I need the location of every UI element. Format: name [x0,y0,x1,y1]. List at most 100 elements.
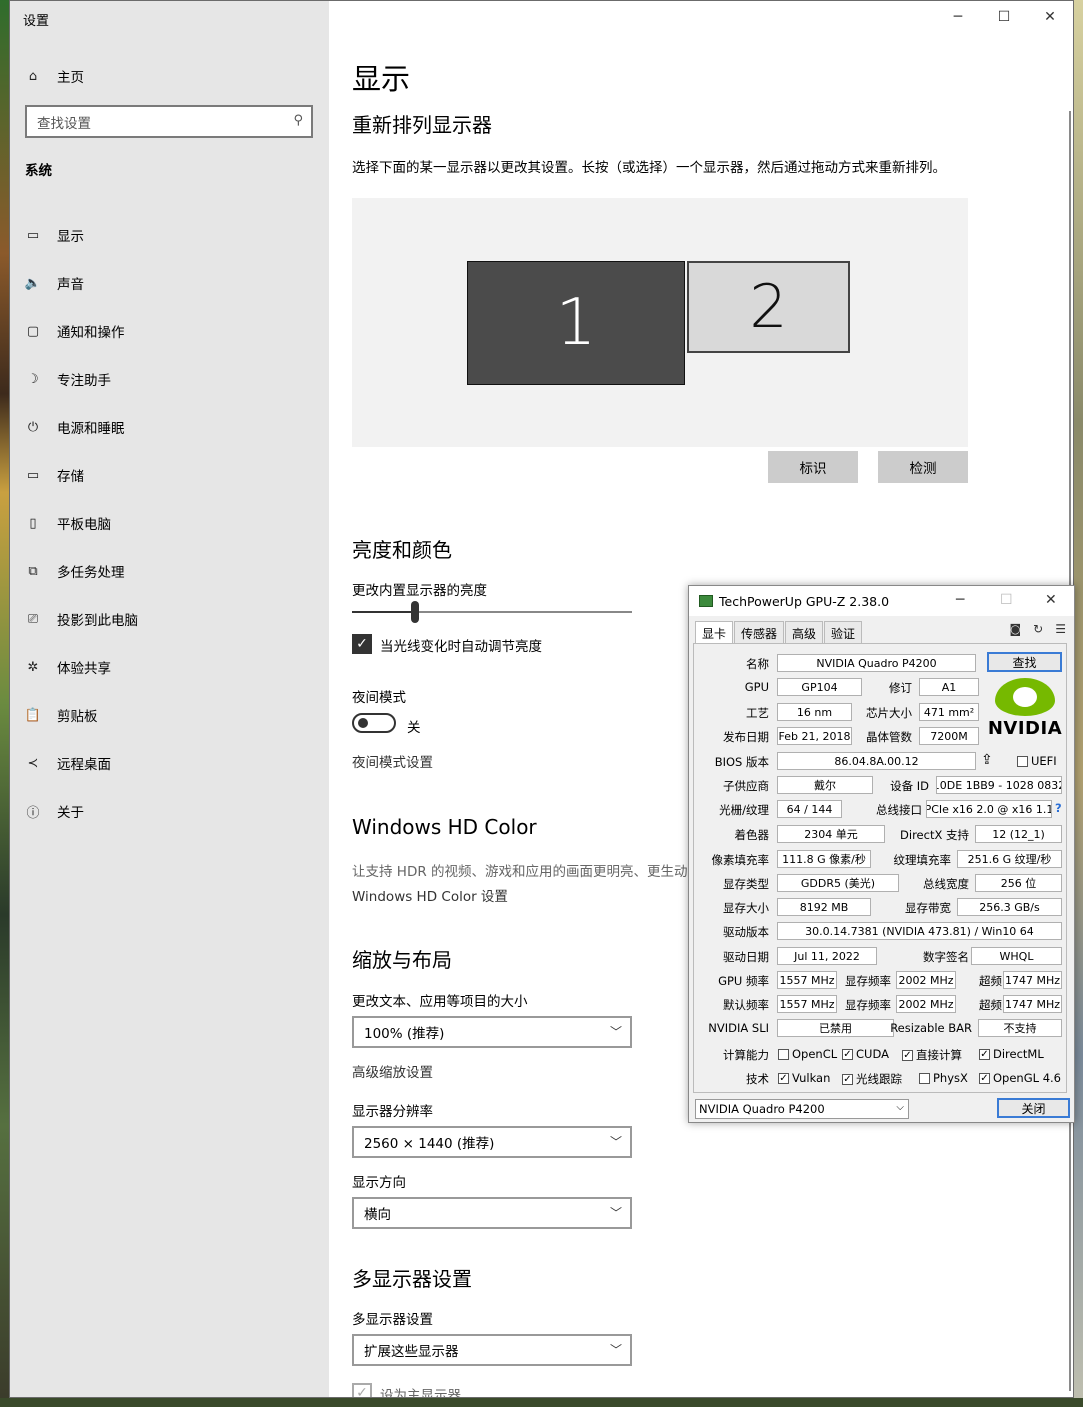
tablet-icon: ▯ [29,515,37,531]
multi-display-title: 多显示器设置 [352,1267,472,1291]
settings-sidebar: 设置 ⌂ 主页 查找设置 ⚲ 系统 ▭ 显示 🔈 声音 ▢ 通知和操作 ☽ 专注助手 ⏻… [10,1,329,1397]
texture-fillrate-value: 251.6 G 纹理/秒 [957,850,1062,868]
gpu-label: GPU [744,680,769,694]
primary-display-checkbox[interactable]: ✓ [352,1383,372,1397]
nav-item-project[interactable]: ⎚ 投影到此电脑 [10,595,329,643]
boost-clock-label: 超频 [979,974,1002,988]
orientation-dropdown[interactable]: 横向 ﹀ [352,1197,632,1229]
chevron-down-icon: ﹀ [609,1343,622,1357]
default-boost-value: 1747 MHz [1003,995,1062,1013]
tab-sensors[interactable]: 传感器 [734,621,785,643]
driver-date-label: 驱动日期 [723,950,769,964]
rops-tmus-value: 64 / 144 [777,800,842,818]
tab-advanced[interactable]: 高级 [785,621,824,643]
notification-icon: ▢ [26,323,40,339]
process-label: 工艺 [746,706,769,720]
nav-item-clipboard[interactable]: 📋 剪贴板 [10,691,329,739]
chevron-down-icon: ﹀ [609,1135,622,1149]
camera-icon[interactable]: ◙ [1010,622,1022,636]
resolution-dropdown[interactable]: 2560 × 1440 (推荐) ﹀ [352,1126,632,1158]
night-mode-settings-link[interactable]: 夜间模式设置 [352,751,433,771]
gpu-select-dropdown[interactable]: NVIDIA Quadro P4200 ⌵ [695,1099,909,1119]
identify-button[interactable]: 标识 [768,451,858,483]
brightness-slider-thumb[interactable] [411,601,419,623]
checkbox-box: ✓ [842,1048,853,1060]
share-bios-icon[interactable]: ⇪ [981,752,993,768]
page-title: 显示 [352,62,411,96]
tab-validation[interactable]: 验证 [824,621,863,643]
revision-value: A1 [919,678,979,696]
menu-icon[interactable]: ☰ [1055,622,1066,636]
sli-label: NVIDIA SLI [708,1021,769,1035]
maximize-button: ☐ [1000,592,1013,608]
nav-item-share[interactable]: ✲ 体验共享 [10,643,329,691]
bus-help-icon[interactable]: ? [1055,801,1062,815]
scale-value: 100% (推荐) [364,1026,445,1042]
close-button[interactable]: ✕ [1027,1,1073,33]
scale-dropdown[interactable]: 100% (推荐) ﹀ [352,1016,632,1048]
rearrange-title: 重新排列显示器 [352,113,492,137]
hdr-desc: 让支持 HDR 的视频、游戏和应用的画面更明亮、更生动 [352,864,687,880]
night-mode-toggle[interactable] [352,713,396,733]
opencl-checkbox: OpenCL [778,1047,837,1061]
bandwidth-value: 256.3 GB/s [957,898,1062,916]
hdr-settings-link[interactable]: Windows HD Color 设置 [352,885,508,905]
physx-checkbox: PhysX [919,1071,968,1085]
close-button[interactable]: ✕ [1045,592,1057,608]
nav-item-notifications[interactable]: ▢ 通知和操作 [10,307,329,355]
detect-button[interactable]: 检测 [878,451,968,483]
checkbox-box: ✓ [979,1072,990,1084]
nav-item-tablet[interactable]: ▯ 平板电脑 [10,499,329,547]
tab-graphics-card[interactable]: 显卡 [695,621,734,643]
pixel-fillrate-value: 111.8 G 像素/秒 [777,850,871,868]
info-icon: ⓘ [26,805,40,821]
nav-item-storage[interactable]: ▭ 存储 [10,451,329,499]
checkbox-box [919,1072,930,1084]
nav-item-focus[interactable]: ☽ 专注助手 [10,355,329,403]
orientation-value: 横向 [364,1207,391,1223]
advanced-scale-link[interactable]: 高级缩放设置 [352,1061,433,1081]
memory-type-value: GDDR5 (美光) [777,874,899,892]
resolution-value: 2560 × 1440 (推荐) [364,1136,495,1152]
nav-item-sound[interactable]: 🔈 声音 [10,259,329,307]
directx-label: DirectX 支持 [900,828,969,842]
uefi-checkbox: UEFI [1017,754,1057,768]
bus-width-label: 总线宽度 [923,877,969,891]
name-label: 名称 [746,657,769,671]
nav-item-power[interactable]: ⏻ 电源和睡眠 [10,403,329,451]
device-id-label: 设备 ID [890,779,929,793]
refresh-icon[interactable]: ↻ [1033,622,1043,636]
minimize-button[interactable]: ─ [935,1,981,33]
scale-title: 缩放与布局 [352,948,452,972]
maximize-button[interactable]: ☐ [981,1,1027,33]
monitor-2[interactable]: 2 [687,261,850,353]
auto-brightness-checkbox[interactable]: ✓ [352,634,372,654]
nav-item-remote[interactable]: ≺ 远程桌面 [10,739,329,787]
night-mode-state: 关 [407,720,421,736]
brightness-label: 更改内置显示器的亮度 [352,583,487,599]
window-title: 设置 [23,14,50,29]
computing-label: 计算能力 [723,1048,769,1062]
memory-clock-label: 显存频率 [845,974,891,988]
checkbox-box: ✓ [902,1049,913,1061]
monitor-1[interactable]: 1 [467,261,685,385]
nav-item-multitask[interactable]: ⧉ 多任务处理 [10,547,329,595]
nav-item-about[interactable]: ⓘ 关于 [10,787,329,835]
nav-home[interactable]: ⌂ 主页 [10,61,329,91]
share-icon: ✲ [27,659,39,675]
chevron-down-icon: ⌵ [896,1102,904,1113]
release-date-value: Feb 21, 2018 [777,727,852,745]
bus-interface-value: PCIe x16 2.0 @ x16 1.1 [926,800,1052,818]
nav-item-display[interactable]: ▭ 显示 [10,211,329,259]
transistors-value: 7200M [919,727,979,745]
shaders-value: 2304 单元 [777,825,885,843]
speaker-icon: 🔈 [24,275,42,291]
multi-display-dropdown[interactable]: 扩展这些显示器 ﹀ [352,1334,632,1366]
search-icon: ⚲ [293,113,303,128]
gpu-select-value: NVIDIA Quadro P4200 [699,1102,825,1116]
lookup-button[interactable]: 查找 [987,652,1062,672]
device-id-value: 10DE 1BB9 - 1028 0832 [936,776,1062,794]
minimize-button[interactable]: ─ [956,592,964,608]
gpuz-close-button[interactable]: 关闭 [997,1098,1070,1118]
search-input[interactable]: 查找设置 ⚲ [25,105,313,138]
